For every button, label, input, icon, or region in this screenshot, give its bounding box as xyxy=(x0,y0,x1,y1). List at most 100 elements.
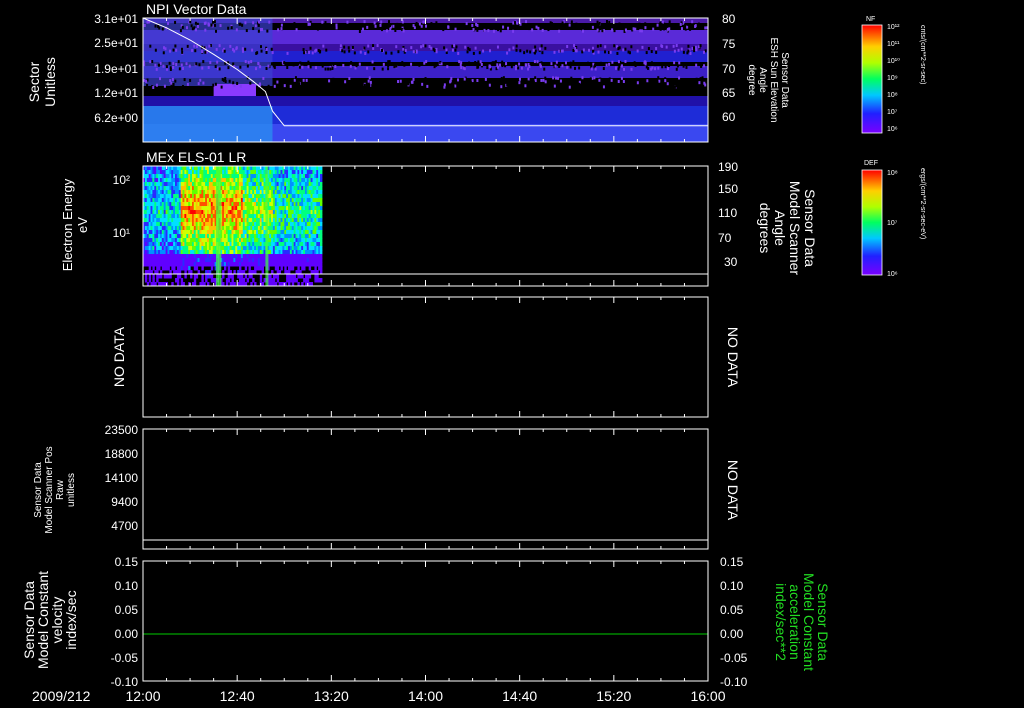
heat-cell xyxy=(630,45,633,49)
heat-cell xyxy=(583,23,586,27)
heat-cell xyxy=(689,51,692,55)
heat-cell xyxy=(655,46,658,50)
heat-cell xyxy=(320,194,323,199)
heat-cell xyxy=(544,46,547,50)
heat-cell xyxy=(309,83,312,87)
heat-cell xyxy=(500,85,503,89)
heat-cell xyxy=(568,23,571,27)
heat-cell xyxy=(344,84,347,88)
heat-cell xyxy=(515,64,518,68)
heat-cell xyxy=(194,28,197,32)
heat-cell xyxy=(291,79,294,83)
heat-cell xyxy=(327,67,330,71)
heat-cell xyxy=(401,61,404,65)
y2-tick: 190 xyxy=(718,160,738,174)
heat-cell xyxy=(501,60,504,64)
heat-cell xyxy=(478,51,481,55)
heat-cell xyxy=(677,48,680,52)
heat-cell xyxy=(641,23,644,27)
heat-cell xyxy=(320,190,323,195)
heat-cell xyxy=(241,23,244,27)
heat-cell xyxy=(527,80,530,84)
heat-cell xyxy=(555,76,558,80)
heat-cell xyxy=(367,79,370,83)
heat-cell xyxy=(629,79,632,83)
heat-cell xyxy=(301,65,304,69)
heat-cell xyxy=(320,258,323,263)
heat-cell xyxy=(293,22,296,26)
y2-tick: 75 xyxy=(722,37,736,51)
heat-cell xyxy=(644,60,647,64)
heat-cell xyxy=(395,64,398,68)
heat-cell xyxy=(611,60,614,64)
heat-cell xyxy=(212,83,215,87)
heat-cell xyxy=(528,27,531,31)
heat-cell xyxy=(566,65,569,69)
time-tick-label: 15:20 xyxy=(596,688,631,704)
heat-cell xyxy=(298,65,301,69)
heat-cell xyxy=(286,51,289,55)
colorbar-tick: 10⁷ xyxy=(887,109,898,116)
heat-cell xyxy=(560,49,563,53)
y2label-line: Sensor Data xyxy=(802,189,818,267)
heat-cell xyxy=(388,20,391,24)
heat-cell xyxy=(170,81,173,85)
heat-cell xyxy=(543,67,546,71)
heat-cell xyxy=(283,84,286,88)
heat-cell xyxy=(283,61,286,65)
heat-cell xyxy=(532,48,535,52)
y-tick: 0.05 xyxy=(115,603,139,617)
ylabel-line: unitless xyxy=(66,473,77,507)
heat-cell xyxy=(302,78,305,82)
heat-cell xyxy=(320,234,323,239)
heat-cell xyxy=(422,44,425,48)
y-tick: -0.10 xyxy=(111,675,139,689)
heat-cell xyxy=(533,84,536,88)
heat-cell xyxy=(506,83,509,87)
ylabel-line: Unitless xyxy=(42,57,58,107)
heat-cell xyxy=(514,21,517,25)
heat-cell xyxy=(414,83,417,87)
heat-cell xyxy=(359,27,362,31)
y2label-line: Angle xyxy=(757,67,768,93)
heat-cell xyxy=(154,63,157,67)
heat-cell xyxy=(373,67,376,71)
heat-cell xyxy=(181,66,184,70)
y2label-line: degrees xyxy=(757,203,773,254)
heat-cell xyxy=(525,63,528,67)
heat-cell xyxy=(232,62,235,66)
heat-cell xyxy=(210,274,214,279)
heat-cell xyxy=(224,80,227,84)
heat-cell xyxy=(320,214,323,219)
heat-cell xyxy=(574,66,577,70)
heat-cell xyxy=(680,27,683,31)
panel-els: MEx ELS-01 LR Electron Energy eV 10² 10¹… xyxy=(60,149,926,287)
heat-cell xyxy=(155,83,158,87)
heat-cell xyxy=(149,44,152,48)
heat-cell xyxy=(650,67,653,71)
heat-cell xyxy=(320,246,323,251)
heat-cell xyxy=(201,66,204,70)
heat-cell xyxy=(428,23,431,27)
heat-cell xyxy=(617,47,620,51)
heat-cell xyxy=(698,81,701,85)
heat-cell xyxy=(417,24,420,28)
heat-cell xyxy=(682,50,685,54)
heat-cell xyxy=(207,65,210,69)
heat-cell xyxy=(445,48,448,52)
heat-cell xyxy=(239,266,242,271)
heat-cell xyxy=(578,66,581,70)
heat-cell xyxy=(604,50,607,54)
y2-tick: 150 xyxy=(718,182,738,196)
heat-cell xyxy=(339,44,342,48)
heat-cell xyxy=(154,24,157,28)
heat-cell xyxy=(480,62,483,66)
heat-cell xyxy=(599,44,602,48)
colorbar-tick: 10¹¹ xyxy=(887,41,900,48)
heat-cell xyxy=(347,46,350,50)
heat-cell xyxy=(186,82,189,86)
heat-cell xyxy=(526,49,529,53)
heat-cell xyxy=(418,22,421,26)
heat-cell xyxy=(540,78,543,82)
heat-cell xyxy=(297,266,300,271)
